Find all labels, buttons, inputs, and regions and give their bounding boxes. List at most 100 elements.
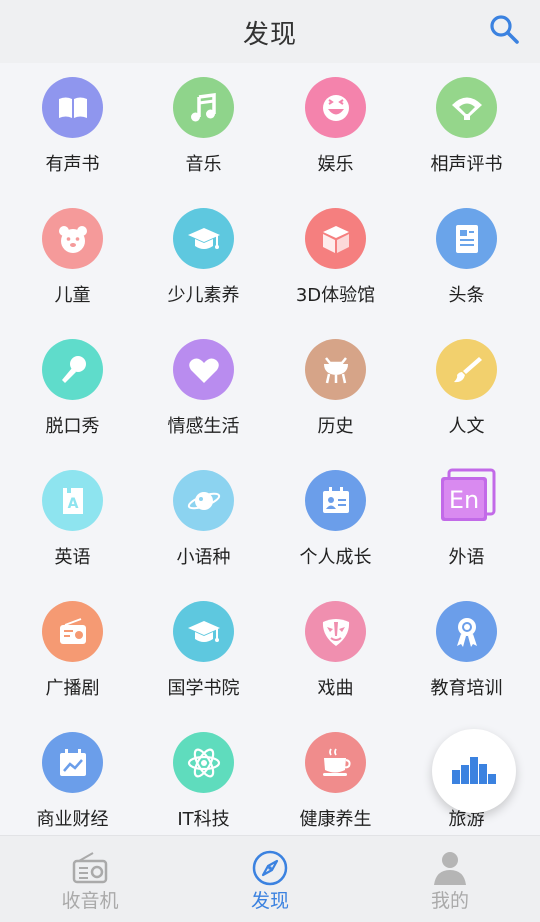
category-label: 少儿素养 [167,285,240,306]
category-music[interactable]: 音乐 [136,63,271,183]
category-icon-bg [436,77,497,138]
tea-cup-icon [322,748,351,776]
category-3d-experience[interactable]: 3D体验馆 [268,194,403,314]
category-children[interactable]: 儿童 [5,194,140,314]
category-icon-bg [305,732,366,793]
tab-label: 收音机 [61,890,119,912]
category-icon-bg [42,339,103,400]
category-foreign-language[interactable]: En 外语 [399,456,534,576]
category-label: 历史 [317,416,354,437]
category-english[interactable]: A 英语 [5,456,140,576]
category-minor-languages[interactable]: 小语种 [136,456,271,576]
equalizer-bars-icon [452,757,496,784]
category-icon-bg [173,601,234,662]
tab-discover[interactable]: 发现 [180,836,360,922]
category-entertainment[interactable]: 娱乐 [268,63,403,183]
ancient-vessel-icon [323,356,348,383]
category-emotional-life[interactable]: 情感生活 [136,325,271,445]
svg-text:En: En [449,486,479,514]
audio-visualizer-button[interactable] [432,729,516,813]
radio-tab-icon [72,852,108,884]
category-chinese-classics[interactable]: 国学书院 [136,587,271,707]
category-icon-bg [305,208,366,269]
book-icon [58,97,87,118]
category-icon-bg [173,208,234,269]
tab-label: 我的 [430,890,469,912]
bear-icon [58,225,87,253]
paintbrush-icon [453,356,482,382]
top-bar: 发现 [0,0,540,63]
category-icon-bg [42,208,103,269]
radio-icon [59,617,86,644]
graduation-cap-icon [187,620,220,642]
tab-mine[interactable]: 我的 [360,836,540,922]
category-kids-literacy[interactable]: 少儿素养 [136,194,271,314]
category-label: 戏曲 [317,678,354,699]
graduation-cap-icon [187,227,220,249]
category-icon-bg [436,601,497,662]
category-icon-bg [305,601,366,662]
page-title: 发现 [242,20,297,50]
id-card-icon [322,486,349,513]
category-label: 头条 [448,285,485,306]
person-icon [434,852,466,885]
category-talk-show[interactable]: 脱口秀 [5,325,140,445]
category-crosstalk[interactable]: 相声评书 [399,63,534,183]
category-label: 人文 [448,416,485,437]
category-education-training[interactable]: 教育培训 [399,587,534,707]
category-label: 商业财经 [36,809,109,830]
category-label: 个人成长 [299,547,372,568]
category-label: 小语种 [176,547,231,568]
category-icon-bg [173,732,234,793]
category-icon-bg [436,208,497,269]
atom-icon [187,748,220,777]
category-it-tech[interactable]: IT科技 [136,718,271,838]
category-opera[interactable]: 戏曲 [268,587,403,707]
category-icon-bg [42,732,103,793]
calendar-chart-icon [59,748,86,776]
category-business-finance[interactable]: 商业财经 [5,718,140,838]
search-icon[interactable] [487,12,521,46]
tab-label: 发现 [250,890,289,912]
category-label: 健康养生 [299,809,372,830]
category-icon-bg [305,339,366,400]
category-label: 娱乐 [317,154,354,175]
category-headlines[interactable]: 头条 [399,194,534,314]
category-icon-bg [173,470,234,531]
fan-icon [451,97,482,120]
opera-mask-icon [322,618,349,646]
category-icon-bg: A [42,470,103,531]
category-icon-bg [305,77,366,138]
category-audiobook[interactable]: 有声书 [5,63,140,183]
compass-icon [252,850,288,886]
category-label: IT科技 [177,809,230,830]
heart-icon [188,358,219,383]
smile-face-icon [322,94,349,121]
letter-a-card-icon: A [62,487,83,514]
category-label: 脱口秀 [45,416,100,437]
category-history[interactable]: 历史 [268,325,403,445]
category-radio-drama[interactable]: 广播剧 [5,587,140,707]
category-label: 外语 [448,547,485,568]
category-grid: 有声书 音乐 娱乐 相声评书 儿童 少儿素养 3D体验馆 头条 脱口秀 情感生活… [0,63,540,835]
category-label: 国学书院 [167,678,240,699]
planet-icon [187,491,220,510]
category-label: 情感生活 [167,416,240,437]
category-label: 广播剧 [45,678,100,699]
category-label: 3D体验馆 [295,285,376,306]
category-label: 有声书 [45,154,100,175]
category-label: 英语 [54,547,91,568]
category-personal-growth[interactable]: 个人成长 [268,456,403,576]
category-label: 教育培训 [430,678,503,699]
category-humanities[interactable]: 人文 [399,325,534,445]
category-label: 音乐 [185,154,222,175]
bottom-tab-bar: 收音机 发现 我的 [0,835,540,922]
category-health[interactable]: 健康养生 [268,718,403,838]
category-icon-bg [42,77,103,138]
category-icon-bg [42,601,103,662]
svg-text:A: A [67,496,78,512]
category-icon-bg [436,339,497,400]
category-icon-bg [305,470,366,531]
tab-radio[interactable]: 收音机 [0,836,180,922]
category-label: 相声评书 [430,154,503,175]
